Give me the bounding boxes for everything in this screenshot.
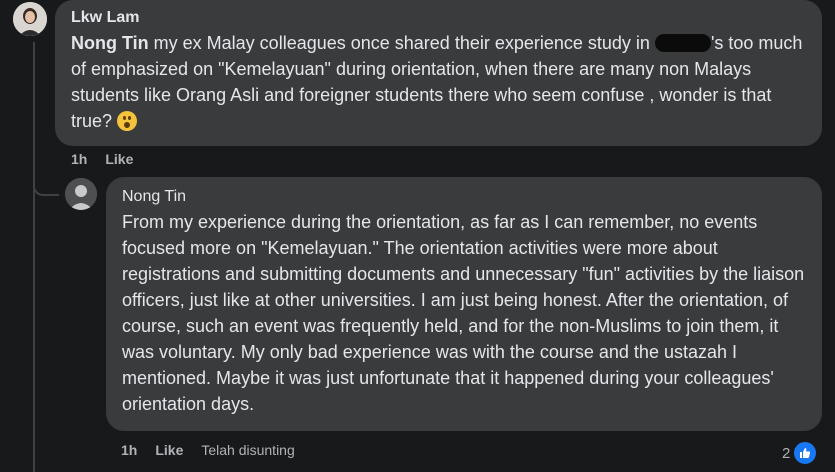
thumbs-up-icon <box>792 440 819 466</box>
reply-bubble: Nong Tin From my experience during the o… <box>106 177 822 431</box>
comment-text: Nong Tin my ex Malay colleagues once sha… <box>71 30 808 134</box>
avatar[interactable] <box>65 178 97 210</box>
default-avatar-icon <box>65 178 97 210</box>
avatar[interactable] <box>13 2 47 36</box>
reply-actions: 1h Like Telah disunting <box>121 442 295 458</box>
reaction-count: 2 <box>782 444 791 462</box>
reply-text: From my experience during the orientatio… <box>122 212 805 414</box>
comment-text-part-1: my ex Malay colleagues once shared their… <box>148 33 655 53</box>
like-button[interactable]: Like <box>155 442 183 458</box>
edited-label[interactable]: Telah disunting <box>201 442 294 458</box>
comment-bubble: Lkw Lam Nong Tin my ex Malay colleagues … <box>55 0 822 146</box>
like-button[interactable]: Like <box>105 151 133 167</box>
thread-line <box>33 42 35 472</box>
comment-timestamp[interactable]: 1h <box>71 151 87 167</box>
redacted-mark <box>654 34 711 52</box>
reply-author[interactable]: Nong Tin <box>122 187 808 206</box>
reaction-summary[interactable]: 2 <box>782 440 819 466</box>
reply-timestamp[interactable]: 1h <box>121 442 137 458</box>
astonished-face-emoji <box>117 111 138 131</box>
comment-author[interactable]: Lkw Lam <box>71 8 808 27</box>
mention-link[interactable]: Nong Tin <box>71 33 149 53</box>
comment-actions: 1h Like <box>71 151 133 167</box>
reply-connector <box>33 180 59 196</box>
profile-photo-icon <box>13 2 47 36</box>
